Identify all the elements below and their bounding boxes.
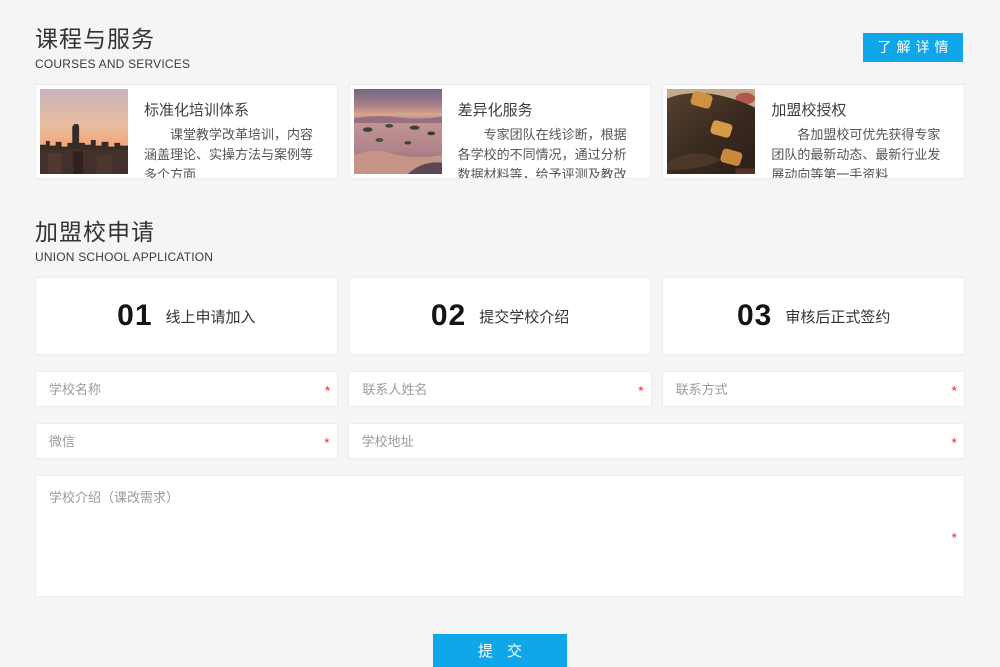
courses-section-title: 课程与服务 <box>35 20 965 54</box>
school-address-field-wrap: * <box>348 423 965 459</box>
film-strip-photo <box>667 89 755 174</box>
wechat-input[interactable] <box>35 423 338 459</box>
school-intro-field-wrap: * <box>35 475 965 597</box>
contact-method-input[interactable] <box>662 371 965 407</box>
service-card-desc: 各加盟校可优先获得专家团队的最新动态、最新行业发展动向等第一手资料 <box>771 125 948 179</box>
service-card-training: 标准化培训体系 课堂教学改革培训，内容涵盖理论、实操方法与案例等多个方面 <box>35 84 338 179</box>
required-marker: * <box>638 384 643 398</box>
learn-more-button[interactable]: 了解详情 <box>863 33 963 62</box>
desert-dusk-photo <box>354 89 442 174</box>
school-name-field-wrap: * <box>35 371 338 407</box>
service-card-title: 差异化服务 <box>458 99 635 120</box>
application-form: * * * * * <box>35 371 965 667</box>
service-cards: 标准化培训体系 课堂教学改革培训，内容涵盖理论、实操方法与案例等多个方面 <box>35 84 965 179</box>
school-address-input[interactable] <box>348 423 965 459</box>
form-row-2: * * <box>35 423 965 459</box>
required-marker: * <box>324 436 329 450</box>
required-marker: * <box>952 531 957 545</box>
service-card-desc: 课堂教学改革培训，内容涵盖理论、实操方法与案例等多个方面 <box>144 125 321 179</box>
service-card-body: 加盟校授权 各加盟校可优先获得专家团队的最新动态、最新行业发展动向等第一手资料 <box>755 89 960 174</box>
contact-method-field-wrap: * <box>662 371 965 407</box>
service-card-title: 标准化培训体系 <box>144 99 321 120</box>
submit-area: 提交 <box>35 634 965 667</box>
service-card-desc: 专家团队在线诊断，根据各学校的不同情况，通过分析数据材料等，给予评测及教改意见 <box>458 125 635 179</box>
courses-section-subtitle: COURSES AND SERVICES <box>35 57 965 71</box>
form-row-1: * * * <box>35 371 965 407</box>
contact-name-field-wrap: * <box>348 371 651 407</box>
required-marker: * <box>952 384 957 398</box>
step-label: 提交学校介绍 <box>479 306 569 327</box>
step-submit-intro: 02 提交学校介绍 <box>349 277 652 355</box>
page: 课程与服务 COURSES AND SERVICES 了解详情 <box>0 0 1000 667</box>
service-card-title: 加盟校授权 <box>771 99 948 120</box>
application-section-subtitle: UNION SCHOOL APPLICATION <box>35 250 965 264</box>
service-card-body: 差异化服务 专家团队在线诊断，根据各学校的不同情况，通过分析数据材料等，给予评测… <box>442 89 647 174</box>
city-skyline-photo <box>40 89 128 174</box>
form-row-3: * <box>35 475 965 597</box>
courses-section: 课程与服务 COURSES AND SERVICES 了解详情 <box>35 20 965 179</box>
application-section-title: 加盟校申请 <box>35 213 965 247</box>
required-marker: * <box>325 384 330 398</box>
submit-button[interactable]: 提交 <box>433 634 567 667</box>
application-steps: 01 线上申请加入 02 提交学校介绍 03 审核后正式签约 <box>35 277 965 355</box>
step-label: 审核后正式签约 <box>785 306 890 327</box>
step-apply-online: 01 线上申请加入 <box>35 277 338 355</box>
application-section: 加盟校申请 UNION SCHOOL APPLICATION 01 线上申请加入… <box>35 213 965 667</box>
service-card-differentiated: 差异化服务 专家团队在线诊断，根据各学校的不同情况，通过分析数据材料等，给予评测… <box>349 84 652 179</box>
service-card-authorization: 加盟校授权 各加盟校可优先获得专家团队的最新动态、最新行业发展动向等第一手资料 <box>662 84 965 179</box>
school-name-input[interactable] <box>35 371 338 407</box>
step-number: 03 <box>737 299 772 333</box>
step-sign-contract: 03 审核后正式签约 <box>662 277 965 355</box>
wechat-field-wrap: * <box>35 423 338 459</box>
step-number: 02 <box>431 299 466 333</box>
contact-name-input[interactable] <box>348 371 651 407</box>
school-intro-textarea[interactable] <box>35 475 965 597</box>
service-card-body: 标准化培训体系 课堂教学改革培训，内容涵盖理论、实操方法与案例等多个方面 <box>128 89 333 174</box>
step-label: 线上申请加入 <box>166 306 256 327</box>
required-marker: * <box>952 436 957 450</box>
step-number: 01 <box>117 299 152 333</box>
